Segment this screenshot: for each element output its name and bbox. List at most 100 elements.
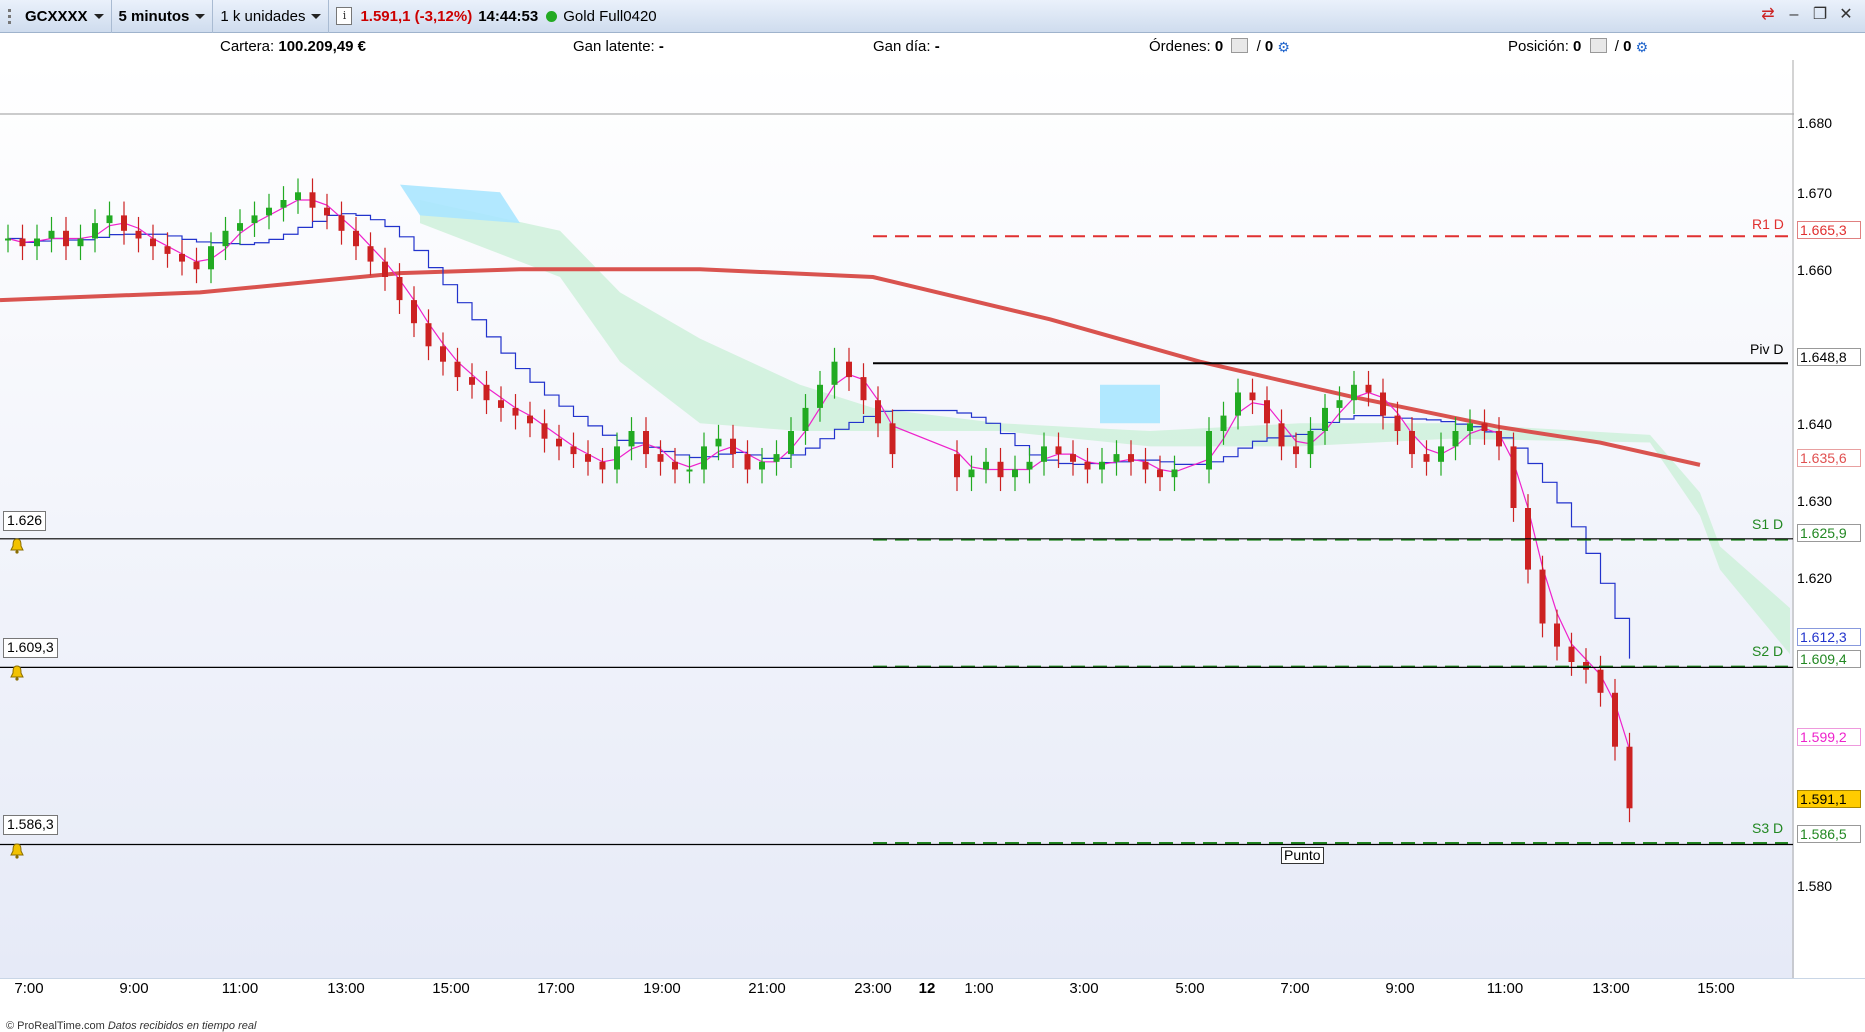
candle-body bbox=[512, 407, 519, 416]
candle-body bbox=[1264, 400, 1270, 424]
candle-body bbox=[208, 246, 214, 270]
candle-body bbox=[1128, 454, 1134, 462]
candle-body bbox=[135, 230, 142, 239]
restore-icon[interactable]: ❐ bbox=[1811, 6, 1829, 24]
candle-body bbox=[541, 423, 548, 439]
chart-canvas[interactable] bbox=[0, 60, 1794, 978]
candle-body bbox=[1278, 423, 1285, 447]
candle-body bbox=[1452, 431, 1459, 447]
timeframe-selector[interactable]: 5 minutos bbox=[112, 0, 214, 33]
posicion-label: Posición: bbox=[1508, 38, 1569, 55]
x-tick: 23:00 bbox=[854, 980, 892, 997]
hline-label-1[interactable]: 1.626 bbox=[3, 511, 47, 531]
x-tick: 15:00 bbox=[1697, 980, 1735, 997]
orders-list-icon[interactable] bbox=[1231, 38, 1249, 53]
gan-dia-value: - bbox=[934, 38, 940, 55]
units-selector[interactable]: 1 k unidades bbox=[213, 0, 330, 33]
candle-body bbox=[280, 200, 287, 208]
x-tick: 9:00 bbox=[1385, 980, 1415, 997]
cartera-value: 100.209,49 € bbox=[278, 38, 366, 55]
posicion-value: 0 bbox=[1573, 38, 1582, 55]
alert-bell-icon[interactable] bbox=[9, 843, 25, 859]
candle-body bbox=[846, 361, 852, 378]
alert-bell-icon[interactable] bbox=[9, 665, 25, 681]
candle-body bbox=[251, 215, 258, 224]
candle-body bbox=[1568, 646, 1575, 662]
candle-body bbox=[425, 323, 432, 347]
candle-body bbox=[773, 454, 780, 462]
y-tick: 1.640 bbox=[1797, 416, 1833, 432]
drag-handle-icon[interactable] bbox=[0, 0, 18, 33]
candle-body bbox=[1012, 469, 1018, 478]
sync-icon[interactable]: ⇄ bbox=[1759, 6, 1777, 24]
candle-body bbox=[1171, 469, 1178, 478]
candle-body bbox=[686, 469, 693, 472]
candle-body bbox=[77, 238, 84, 247]
candle-body bbox=[1322, 407, 1328, 431]
candle-body bbox=[1249, 392, 1256, 401]
ordenes-separator: / bbox=[1256, 38, 1261, 55]
quote-time: 14:44:53 bbox=[478, 7, 539, 25]
symbol-selector[interactable]: GCXXXX bbox=[18, 0, 112, 33]
candle-body bbox=[875, 400, 881, 424]
positions-list-icon[interactable] bbox=[1589, 38, 1607, 53]
candle-body bbox=[121, 215, 127, 231]
gan-latente: Gan latente: - bbox=[573, 38, 664, 55]
candle-body bbox=[164, 246, 171, 254]
candle-body bbox=[295, 192, 301, 200]
credit-note: Datos recibidos en tiempo real bbox=[107, 1020, 257, 1032]
ordenes-value: 0 bbox=[1214, 38, 1224, 55]
candle-body bbox=[831, 361, 838, 385]
hline-label-3[interactable]: 1.586,3 bbox=[3, 815, 58, 835]
candle-body bbox=[411, 300, 417, 324]
y-tick: 1.660 bbox=[1797, 262, 1833, 278]
candle-body bbox=[889, 423, 896, 455]
candle-body bbox=[1510, 446, 1517, 508]
price-chart[interactable]: 1.626 1.609,3 1.586,3 R1 D Piv D S1 D S2… bbox=[0, 60, 1794, 1032]
account-summary-bar: Cartera: 100.209,49 € Gan latente: - Gan… bbox=[0, 33, 1865, 61]
gear-icon[interactable]: ⚙ bbox=[1277, 39, 1290, 56]
ordenes-label: Órdenes: bbox=[1149, 38, 1211, 55]
alert-bell-icon[interactable] bbox=[9, 538, 25, 554]
hline-label-2[interactable]: 1.609,3 bbox=[3, 638, 58, 658]
candle-body bbox=[628, 431, 635, 447]
last-price-box: 1.591,1 bbox=[1797, 790, 1861, 808]
close-icon[interactable]: ✕ bbox=[1837, 6, 1855, 24]
candle-body bbox=[440, 346, 446, 362]
punto-annotation[interactable]: Punto bbox=[1281, 847, 1324, 864]
posicion-value-2: 0 bbox=[1623, 38, 1632, 55]
data-credit: © ProRealTime.com Datos recibidos en tie… bbox=[6, 1020, 256, 1032]
candle-body bbox=[1597, 669, 1604, 693]
candle-body bbox=[1142, 461, 1149, 470]
candle-body bbox=[396, 277, 403, 301]
candle-body bbox=[150, 238, 156, 247]
candle-body bbox=[498, 400, 504, 408]
candle-body bbox=[817, 384, 823, 408]
candle-body bbox=[48, 230, 55, 239]
candle-body bbox=[1365, 384, 1372, 393]
candle-body bbox=[1409, 431, 1415, 455]
candle-body bbox=[324, 207, 330, 216]
x-tick: 3:00 bbox=[1069, 980, 1099, 997]
candle-body bbox=[1539, 569, 1546, 624]
candle-body bbox=[469, 377, 475, 385]
candle-body bbox=[570, 446, 577, 455]
candle-body bbox=[1041, 446, 1047, 462]
gear-icon[interactable]: ⚙ bbox=[1636, 39, 1649, 56]
x-tick-day: 12 bbox=[918, 980, 936, 997]
gan-latente-label: Gan latente: bbox=[573, 38, 655, 55]
candle-body bbox=[997, 461, 1004, 478]
tenkan-price-box: 1.599,2 bbox=[1797, 728, 1861, 746]
candle-body bbox=[1026, 461, 1033, 470]
level-name-r1: R1 D bbox=[1752, 216, 1784, 232]
candle-body bbox=[556, 438, 562, 447]
info-icon[interactable]: i bbox=[336, 7, 353, 25]
minimize-icon[interactable]: – bbox=[1785, 6, 1803, 24]
candle-body bbox=[701, 446, 707, 470]
candle-body bbox=[1307, 431, 1314, 455]
candle-body bbox=[1380, 392, 1386, 416]
candle-body bbox=[338, 215, 345, 231]
cartera: Cartera: 100.209,49 € bbox=[220, 38, 366, 55]
candle-body bbox=[63, 230, 69, 247]
timeframe-label: 5 minutos bbox=[118, 7, 190, 25]
